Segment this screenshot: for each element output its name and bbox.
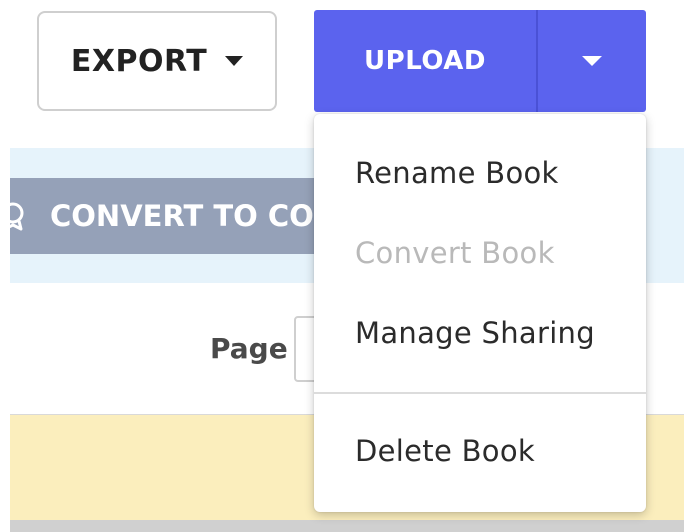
- convert-button-label: CONVERT TO CO: [50, 199, 314, 233]
- upload-button[interactable]: UPLOAD: [314, 10, 536, 112]
- upload-dropdown-menu: Rename Book Convert Book Manage Sharing …: [314, 114, 646, 512]
- upload-options-toggle[interactable]: [538, 10, 646, 112]
- upload-button-label: UPLOAD: [364, 46, 486, 76]
- menu-item-manage-sharing[interactable]: Manage Sharing: [355, 316, 595, 350]
- menu-item-rename-book[interactable]: Rename Book: [355, 156, 559, 190]
- menu-item-delete-book[interactable]: Delete Book: [355, 434, 535, 468]
- export-button[interactable]: EXPORT: [37, 11, 277, 111]
- chevron-down-icon: [225, 56, 244, 66]
- upload-split-button: UPLOAD: [314, 10, 646, 112]
- menu-item-convert-book: Convert Book: [355, 236, 555, 270]
- convert-button[interactable]: CONVERT TO CO: [10, 178, 340, 254]
- export-button-label: EXPORT: [70, 43, 208, 79]
- bottom-scrollbar[interactable]: [10, 520, 684, 532]
- menu-divider: [314, 392, 646, 394]
- chevron-down-icon: [582, 56, 602, 66]
- convert-icon: [10, 202, 24, 231]
- page-label: Page: [210, 332, 288, 365]
